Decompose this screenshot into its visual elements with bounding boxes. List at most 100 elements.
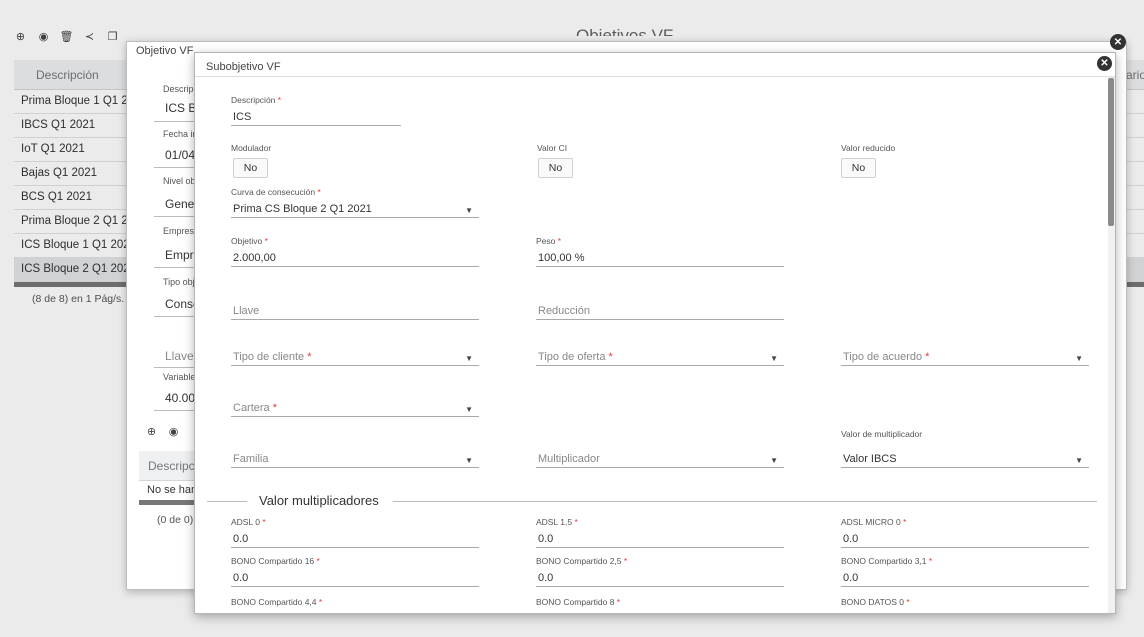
cartera-select[interactable]: Cartera * ▼ xyxy=(231,398,479,417)
field-label: Curva de consecución xyxy=(231,187,316,197)
llave-field: Llave xyxy=(231,289,479,320)
tipo-oferta-field: Tipo de oferta * ▼ xyxy=(536,335,784,366)
required-mark: * xyxy=(318,597,323,607)
subobjetivos-toolbar: ⊕ ◉ xyxy=(145,425,180,438)
llave-field[interactable]: Llave xyxy=(165,349,194,363)
view-icon[interactable]: ◉ xyxy=(167,425,180,438)
close-subobjetivo-button[interactable]: ✕ xyxy=(1097,56,1112,71)
valor-multiplicadores-section: Valor multiplicadores xyxy=(207,493,1097,509)
valor-ci-label: Valor CI xyxy=(537,143,568,153)
chevron-down-icon: ▼ xyxy=(1075,354,1083,363)
tipo-cliente-select[interactable]: Tipo de cliente * ▼ xyxy=(231,347,479,366)
tipo-acuerdo-field: Tipo de acuerdo * ▼ xyxy=(841,335,1089,366)
required-mark: * xyxy=(264,236,268,246)
vertical-scrollbar[interactable] xyxy=(1108,77,1115,613)
objetivo-input[interactable]: 2.000,00 xyxy=(231,248,479,267)
field-label: Objetivo xyxy=(231,236,263,246)
field-label: Variable xyxy=(163,372,196,382)
chevron-down-icon: ▼ xyxy=(770,354,778,363)
placeholder-text: Multiplicador xyxy=(538,453,600,465)
section-title: Valor multiplicadores xyxy=(259,493,379,508)
cartera-field: Cartera * ▼ xyxy=(231,386,479,417)
dialog-title: Objetivo VF xyxy=(136,45,194,57)
descripcion-input[interactable]: ICS xyxy=(231,107,401,126)
required-mark: * xyxy=(316,556,320,566)
selected-value: Valor IBCS xyxy=(843,453,897,465)
field-label: ADSL 1,5 xyxy=(536,517,573,527)
pager-status: (0 de 0) xyxy=(157,514,194,526)
familia-field: Familia ▼ xyxy=(231,437,479,468)
multiplicador-input[interactable]: 0.0 xyxy=(536,568,784,587)
required-mark: * xyxy=(906,597,910,607)
valor-ci-toggle[interactable]: No xyxy=(538,158,573,178)
multiplicador-input[interactable]: 0.0 xyxy=(841,529,1089,548)
placeholder-text: Familia xyxy=(233,453,269,465)
multiplicador-select[interactable]: Multiplicador ▼ xyxy=(536,449,784,468)
multiplicador-input[interactable]: 0.0 xyxy=(536,529,784,548)
field-label: Descripción xyxy=(231,95,276,105)
divider xyxy=(393,501,1097,502)
chevron-down-icon: ▼ xyxy=(465,354,473,363)
objetivo-field: Objetivo * 2.000,00 xyxy=(231,236,479,267)
required-mark: * xyxy=(608,351,613,363)
dialog-title: Subobjetivo VF xyxy=(206,61,281,73)
selected-value: Prima CS Bloque 2 Q1 2021 xyxy=(233,203,372,215)
multiplicador-adsl-micro-0-field: ADSL MICRO 0 * 0.0 xyxy=(841,517,1089,548)
tipo-oferta-select[interactable]: Tipo de oferta * ▼ xyxy=(536,347,784,366)
close-objetivo-button[interactable]: ✕ xyxy=(1110,34,1126,50)
multiplicador-bono-datos-0-field: BONO DATOS 0 * xyxy=(841,597,1089,609)
field-label: BONO Compartido 16 xyxy=(231,556,315,566)
multiplicador-input[interactable]: 0.0 xyxy=(231,529,479,548)
field-label: ADSL 0 xyxy=(231,517,260,527)
peso-field: Peso * 100,00 % xyxy=(536,236,784,267)
chevron-down-icon: ▼ xyxy=(465,456,473,465)
required-mark: * xyxy=(307,351,312,363)
divider xyxy=(207,501,247,502)
valor-reducido-label: Valor reducido xyxy=(841,143,896,153)
multiplicador-bono-4-4-field: BONO Compartido 4,4 * xyxy=(231,597,479,609)
familia-select[interactable]: Familia ▼ xyxy=(231,449,479,468)
curva-field: Curva de consecución * Prima CS Bloque 2… xyxy=(231,187,479,218)
multiplicador-field: Multiplicador ▼ xyxy=(536,437,784,468)
required-mark: * xyxy=(557,236,562,246)
chevron-down-icon: ▼ xyxy=(465,405,473,414)
peso-input[interactable]: 100,00 % xyxy=(536,248,784,267)
required-mark: * xyxy=(925,351,930,363)
chevron-down-icon: ▼ xyxy=(465,206,473,215)
multiplicador-bono-8-field: BONO Compartido 8 * xyxy=(536,597,784,609)
required-mark: * xyxy=(574,517,578,527)
dialog-titlebar: Subobjetivo VF xyxy=(195,53,1115,77)
curva-select[interactable]: Prima CS Bloque 2 Q1 2021 ▼ xyxy=(231,199,479,218)
subobjetivo-dialog: Subobjetivo VF Descripción * ICS Modulad… xyxy=(194,52,1116,614)
tipo-acuerdo-select[interactable]: Tipo de acuerdo * ▼ xyxy=(841,347,1089,366)
multiplicador-input[interactable]: 0.0 xyxy=(841,568,1089,587)
field-label: ADSL MICRO 0 xyxy=(841,517,901,527)
valor-multiplicador-select[interactable]: Valor IBCS ▼ xyxy=(841,441,1089,468)
tipo-cliente-field: Tipo de cliente * ▼ xyxy=(231,335,479,366)
add-icon[interactable]: ⊕ xyxy=(145,425,158,438)
multiplicador-input[interactable]: 0.0 xyxy=(231,568,479,587)
llave-input[interactable]: Llave xyxy=(231,301,479,320)
placeholder-text: Tipo de cliente xyxy=(233,351,305,363)
modulador-toggle[interactable]: No xyxy=(233,158,268,178)
multiplicador-adsl-0-field: ADSL 0 * 0.0 xyxy=(231,517,479,548)
scrollbar-thumb[interactable] xyxy=(1108,78,1114,226)
reduccion-input[interactable]: Reducción xyxy=(536,301,784,320)
field-label: BONO Compartido 2,5 xyxy=(536,556,622,566)
field-label: BONO Compartido 3,1 xyxy=(841,556,927,566)
valor-reducido-toggle[interactable]: No xyxy=(841,158,876,178)
required-mark: * xyxy=(317,187,321,197)
modulador-label: Modulador xyxy=(231,143,272,153)
multiplicador-bono-2-5-field: BONO Compartido 2,5 * 0.0 xyxy=(536,556,784,587)
field-label: Peso xyxy=(536,236,556,246)
chevron-down-icon: ▼ xyxy=(770,456,778,465)
placeholder-text: Tipo de acuerdo xyxy=(843,351,923,363)
required-mark: * xyxy=(262,517,266,527)
required-mark: * xyxy=(623,556,628,566)
field-label: BONO DATOS 0 xyxy=(841,597,904,607)
placeholder-text: Cartera xyxy=(233,402,270,414)
valor-multiplicador-field: Valor de multiplicador Valor IBCS ▼ xyxy=(841,429,1089,468)
required-mark: * xyxy=(928,556,933,566)
multiplicador-bono-3-1-field: BONO Compartido 3,1 * 0.0 xyxy=(841,556,1089,587)
required-mark: * xyxy=(277,95,282,105)
